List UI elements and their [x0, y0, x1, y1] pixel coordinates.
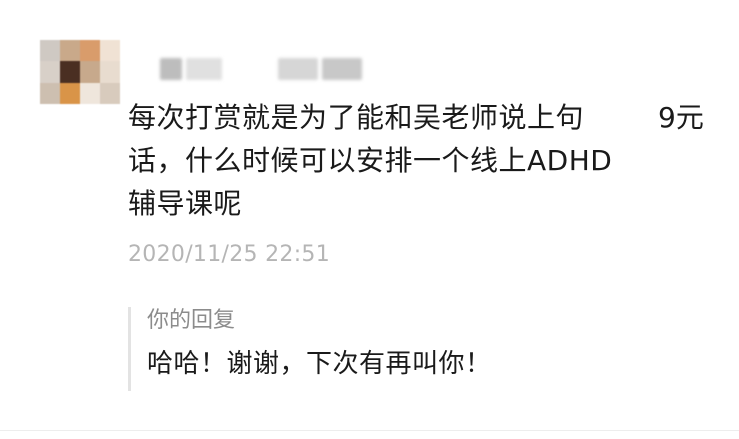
divider — [0, 430, 739, 431]
reply-block: 你的回复 哈哈！谢谢，下次有再叫你！ — [128, 307, 492, 391]
username-blurred[interactable] — [160, 58, 362, 80]
avatar-pixel — [100, 82, 120, 104]
reply-label: 你的回复 — [147, 308, 236, 333]
reply-text: 哈哈！谢谢，下次有再叫你！ — [147, 349, 492, 379]
avatar-pixel — [100, 40, 120, 62]
avatar-pixel — [40, 82, 60, 104]
avatar-pixel — [80, 40, 100, 62]
name-blur-block — [160, 58, 182, 80]
name-blur-block — [278, 58, 318, 80]
avatar-pixel — [80, 61, 100, 83]
avatar-pixel — [60, 61, 80, 83]
avatar-pixel — [60, 40, 80, 62]
user-avatar[interactable] — [40, 40, 120, 104]
reward-amount: 9元 — [658, 101, 704, 134]
avatar-pixel — [40, 40, 60, 62]
name-blur-block — [186, 58, 222, 80]
avatar-pixel — [100, 61, 120, 83]
avatar-pixel — [40, 61, 60, 83]
name-blur-block — [322, 58, 362, 80]
avatar-pixel — [80, 82, 100, 104]
avatar-pixel — [60, 82, 80, 104]
comment-text: 每次打赏就是为了能和吴老师说上句话，什么时候可以安排一个线上ADHD辅导课呢 — [128, 101, 613, 220]
comment-timestamp: 2020/11/25 22:51 — [128, 242, 330, 267]
